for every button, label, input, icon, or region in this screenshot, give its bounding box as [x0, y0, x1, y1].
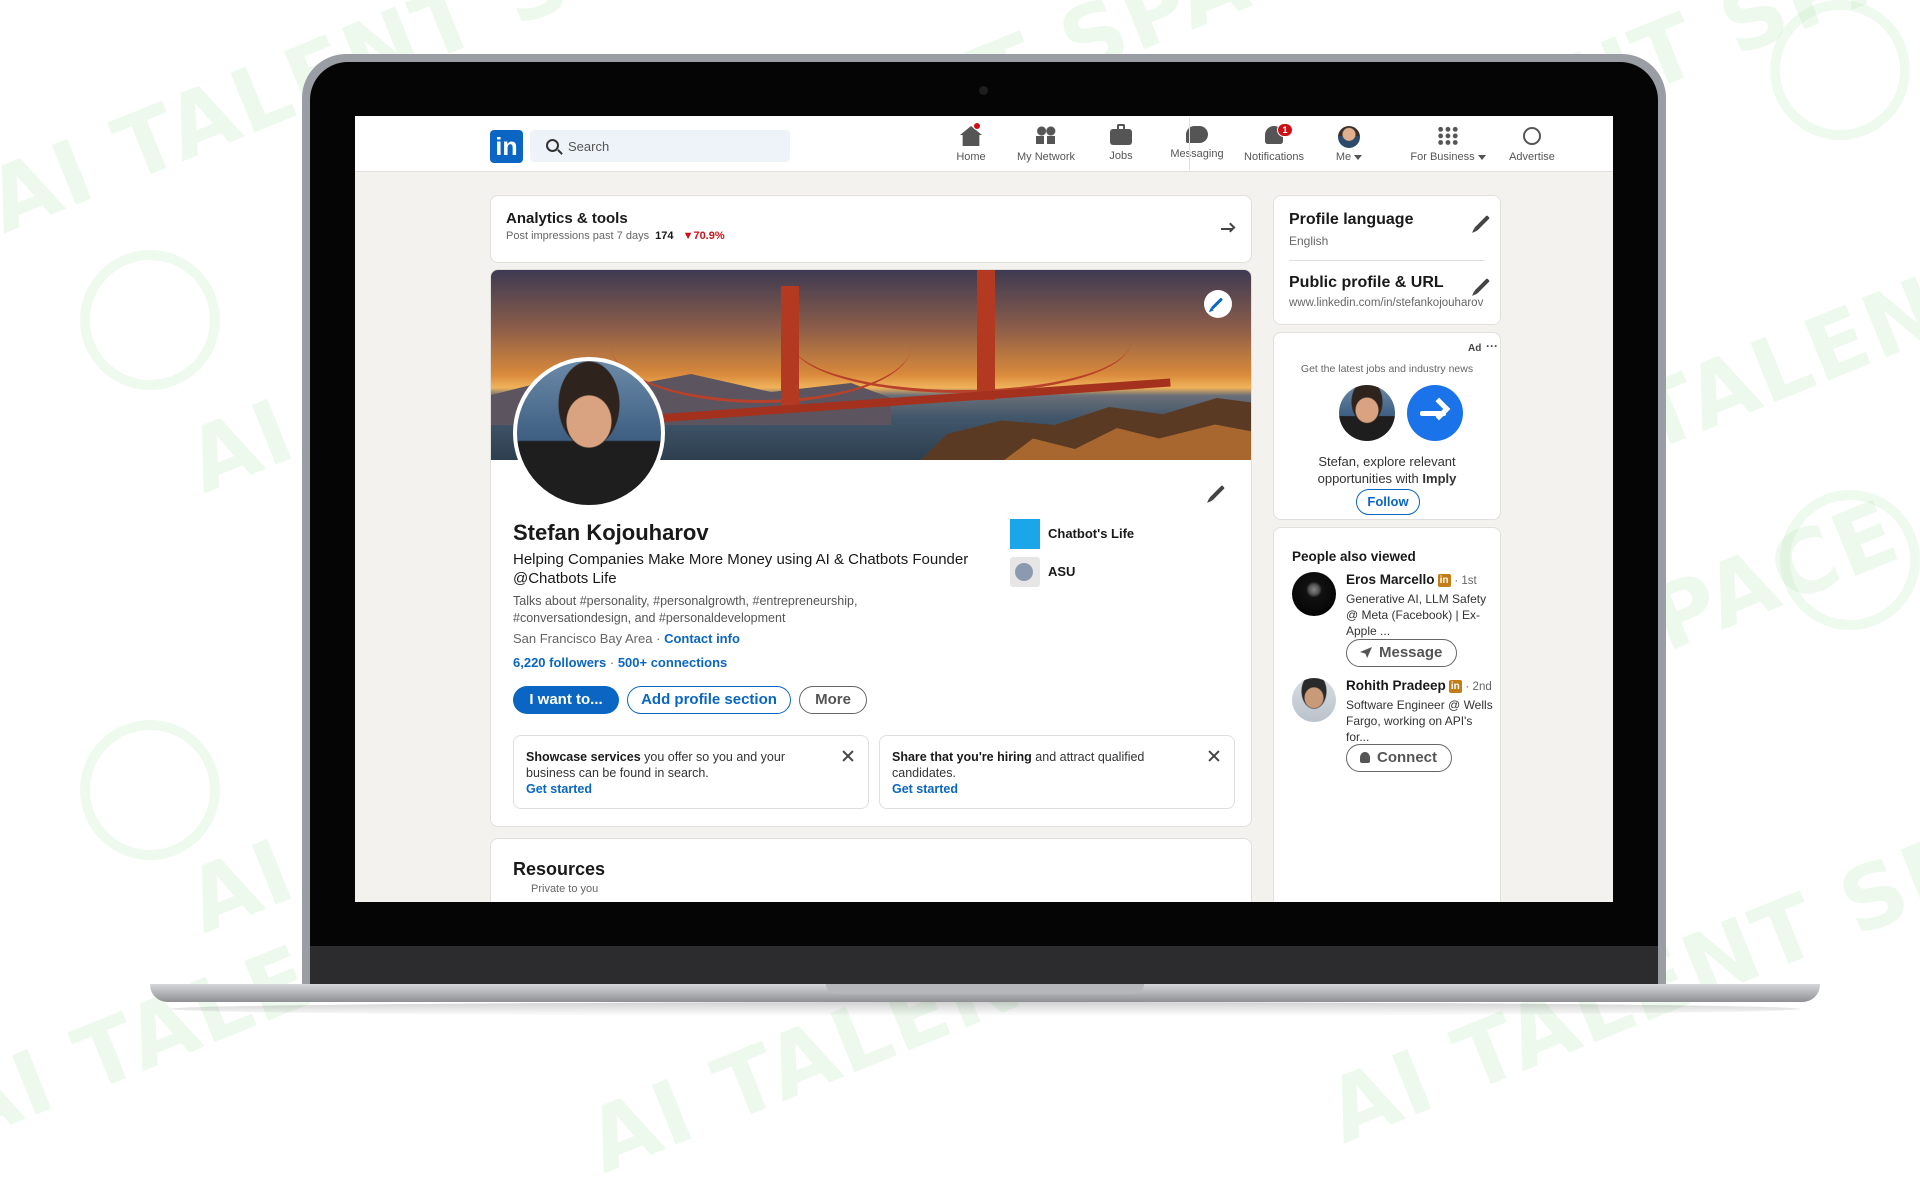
- person-name-line[interactable]: Eros Marcello in · 1st: [1346, 572, 1477, 587]
- nav-for-business[interactable]: For Business: [1400, 122, 1496, 168]
- follow-button[interactable]: Follow: [1356, 489, 1420, 515]
- laptop-shadow: [170, 1002, 1800, 1016]
- edit-language-pencil-icon[interactable]: [1474, 215, 1490, 231]
- resources-title: Resources: [513, 859, 606, 879]
- profile-headline: Helping Companies Make More Money using …: [513, 551, 969, 587]
- analytics-card[interactable]: Analytics & tools Post impressions past …: [490, 195, 1252, 263]
- profile-language-value: English: [1289, 234, 1329, 248]
- public-profile-title: Public profile & URL: [1289, 274, 1444, 291]
- profile-name: Stefan Kojouharov: [513, 520, 709, 545]
- contact-info-link[interactable]: Contact info: [664, 631, 740, 646]
- connect-button[interactable]: Connect: [1346, 744, 1452, 772]
- arrow-right-icon[interactable]: [1221, 228, 1233, 230]
- analytics-subtitle: Post impressions past 7 days 174 ▼70.9%: [506, 230, 725, 242]
- search-input[interactable]: Search: [530, 130, 790, 162]
- edit-cover-button[interactable]: [1204, 290, 1232, 318]
- linkedin-premium-icon: in: [1448, 680, 1462, 693]
- nav-advertise[interactable]: Advertise: [1492, 122, 1572, 168]
- edit-url-pencil-icon[interactable]: [1474, 278, 1490, 294]
- send-icon: [1360, 647, 1372, 658]
- profile-card: Stefan Kojouharov Helping Companies Make…: [490, 269, 1252, 827]
- chevron-down-icon: [1354, 154, 1363, 160]
- compass-icon: [1521, 126, 1543, 146]
- nav-me[interactable]: Me: [1309, 122, 1389, 168]
- nav-home[interactable]: Home: [931, 122, 1011, 168]
- camera-icon: [979, 86, 988, 95]
- impressions-change: ▼70.9%: [682, 230, 725, 242]
- person-name-line[interactable]: Rohith Pradeep in · 2nd: [1346, 678, 1492, 693]
- search-icon: [546, 139, 559, 152]
- resources-subtitle: Private to you: [531, 883, 599, 895]
- person-avatar[interactable]: [1292, 678, 1336, 722]
- ad-label: Ad: [1468, 343, 1482, 354]
- followers-link[interactable]: 6,220 followers: [513, 655, 606, 670]
- bell-icon: 1: [1263, 123, 1293, 146]
- people-also-viewed-card: People also viewed Eros Marcello in · 1st…: [1273, 527, 1501, 902]
- analytics-title: Analytics & tools: [506, 210, 628, 227]
- edit-intro-pencil-icon[interactable]: [1209, 485, 1225, 501]
- notification-badge: 1: [1277, 123, 1293, 137]
- resources-card: Resources Private to you: [490, 838, 1252, 902]
- network-line: 6,220 followers · 500+ connections: [513, 655, 728, 670]
- profile-settings-card: Profile language English Public profile …: [1273, 195, 1501, 325]
- watermark-logo-icon: [80, 250, 220, 390]
- imply-logo-icon: [1407, 385, 1463, 441]
- person-headline: Software Engineer @ Wells Fargo, working…: [1346, 698, 1493, 744]
- suggestion-card: Showcase services you offer so you and y…: [513, 735, 869, 809]
- message-button[interactable]: Message: [1346, 639, 1458, 667]
- screen: in Search Home My Network Jobs Messaging…: [355, 116, 1613, 902]
- asu-logo[interactable]: [1010, 557, 1040, 587]
- impressions-count: 174: [655, 230, 674, 242]
- laptop-chin: [310, 946, 1658, 984]
- talks-about: Talks about #personality, #personalgrowt…: [513, 594, 858, 625]
- connections-link[interactable]: 500+ connections: [618, 655, 727, 670]
- ad-card: Ad ··· Get the latest jobs and industry …: [1273, 332, 1501, 520]
- org-chatbots-life[interactable]: Chatbot's Life: [1048, 526, 1134, 541]
- watermark-logo-icon: [80, 720, 220, 860]
- location-line: San Francisco Bay Area · Contact info: [513, 631, 740, 646]
- top-nav: in Search Home My Network Jobs Messaging…: [355, 116, 1613, 172]
- ad-user-avatar: [1339, 385, 1395, 441]
- add-profile-section-button[interactable]: Add profile section: [627, 686, 791, 714]
- add-person-icon: [1360, 752, 1370, 763]
- people-icon: [1035, 126, 1057, 146]
- laptop-notch: [826, 984, 1144, 994]
- people-also-viewed-title: People also viewed: [1292, 549, 1416, 564]
- get-started-link[interactable]: Get started: [526, 782, 592, 796]
- org-asu[interactable]: ASU: [1048, 564, 1075, 579]
- nav-notifications[interactable]: 1 Notifications: [1234, 122, 1314, 168]
- profile-photo[interactable]: [513, 357, 665, 509]
- suggestion-card: Share that you're hiring and attract qua…: [879, 735, 1235, 809]
- nav-my-network[interactable]: My Network: [1006, 122, 1086, 168]
- linkedin-logo-icon[interactable]: in: [490, 130, 523, 163]
- divider: [1289, 260, 1485, 261]
- public-profile-url[interactable]: www.linkedin.com/in/stefankojouharov: [1289, 297, 1483, 309]
- search-placeholder: Search: [568, 139, 610, 154]
- close-icon[interactable]: [1207, 749, 1221, 763]
- chatbots-life-logo[interactable]: [1010, 519, 1040, 549]
- person-headline: Generative AI, LLM Safety @ Meta (Facebo…: [1346, 592, 1487, 638]
- nav-messaging[interactable]: Messaging: [1157, 122, 1237, 168]
- location: San Francisco Bay Area: [513, 631, 653, 646]
- watermark-logo-icon: [1770, 0, 1910, 140]
- person-avatar[interactable]: [1292, 572, 1336, 616]
- apps-grid-icon: [1437, 126, 1459, 146]
- pencil-icon: [1210, 297, 1224, 310]
- watermark-logo-icon: [1780, 490, 1920, 630]
- ad-message: Stefan, explore relevant opportunities w…: [1317, 454, 1457, 486]
- more-button[interactable]: More: [799, 686, 867, 714]
- nav-jobs[interactable]: Jobs: [1081, 122, 1161, 168]
- profile-language-title: Profile language: [1289, 211, 1414, 228]
- ad-tagline: Get the latest jobs and industry news: [1300, 363, 1474, 375]
- home-icon: [960, 122, 982, 146]
- more-options-icon[interactable]: ···: [1486, 339, 1498, 353]
- nav-divider: [1189, 118, 1190, 170]
- i-want-to-button[interactable]: I want to...: [513, 686, 619, 714]
- linkedin-premium-icon: in: [1437, 574, 1451, 587]
- avatar-icon: [1338, 126, 1360, 148]
- get-started-link[interactable]: Get started: [892, 782, 958, 796]
- briefcase-icon: [1110, 124, 1132, 145]
- close-icon[interactable]: [841, 749, 855, 763]
- chevron-down-icon: [1477, 154, 1486, 160]
